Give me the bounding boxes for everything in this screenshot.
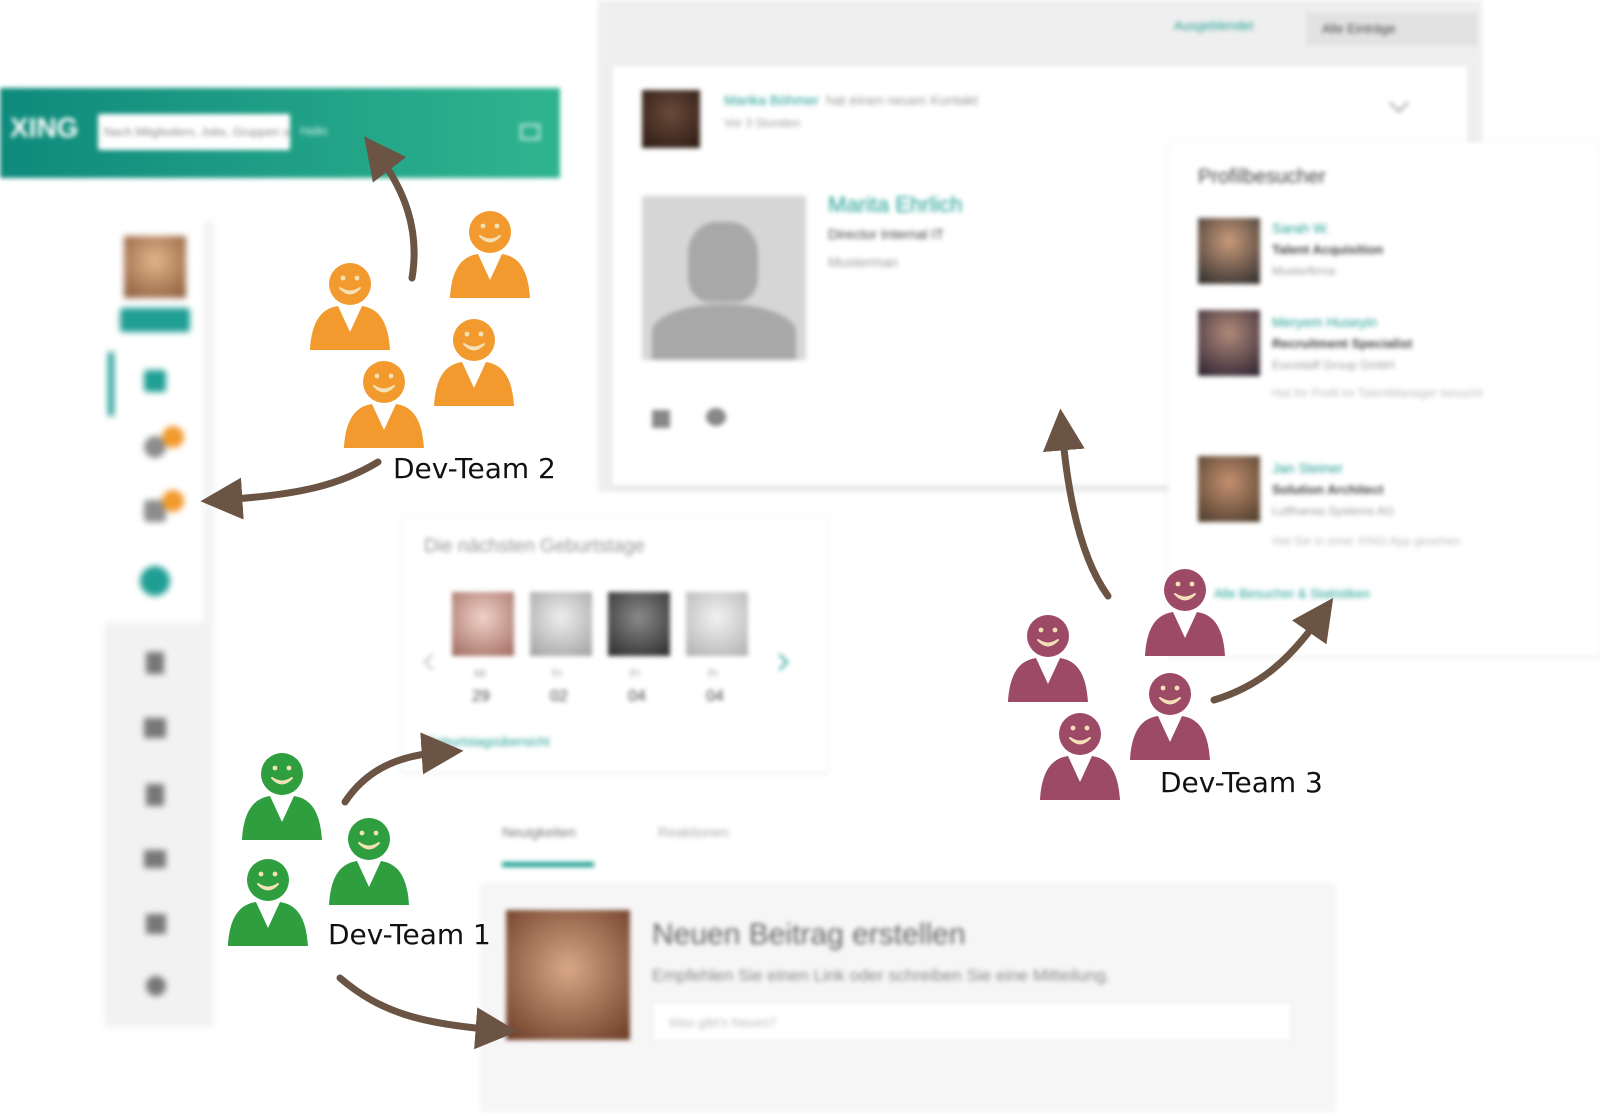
team2-member — [309, 262, 391, 351]
team3-member — [1129, 672, 1211, 761]
team1-label: Dev-Team 1 — [328, 918, 491, 951]
team1-member — [227, 858, 309, 947]
team2-member — [343, 360, 425, 449]
team2-label: Dev-Team 2 — [393, 452, 556, 485]
team3-member — [1007, 614, 1089, 703]
team2-member — [433, 318, 515, 407]
team3-label: Dev-Team 3 — [1160, 766, 1323, 799]
team2-member — [449, 210, 531, 299]
team3-member — [1039, 712, 1121, 801]
team3-member — [1144, 568, 1226, 657]
team1-member — [241, 752, 323, 841]
team1-member — [328, 817, 410, 906]
team-members-layer — [227, 210, 1226, 947]
